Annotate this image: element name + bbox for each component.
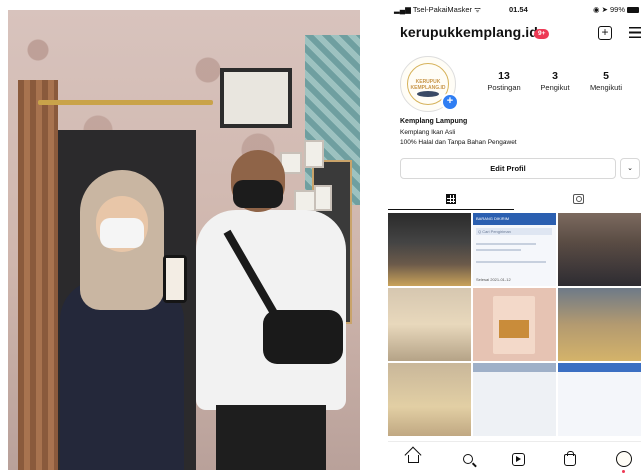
post-thumbnail[interactable] bbox=[473, 288, 556, 361]
bio-line: Kemplang Ikan Asli bbox=[400, 129, 456, 136]
chevron-down-icon[interactable]: ⌄ bbox=[620, 158, 640, 179]
edit-profile-button[interactable]: Edit Profil bbox=[400, 158, 616, 179]
post-thumbnail[interactable]: BARANG DIKIRIM Q Cari Pengiriman Selesai… bbox=[473, 213, 556, 286]
tab-tagged[interactable] bbox=[515, 191, 641, 209]
reels-icon[interactable] bbox=[512, 453, 525, 466]
tab-grid[interactable] bbox=[388, 191, 514, 210]
followers-count[interactable]: 3 Pengikut bbox=[536, 70, 574, 92]
carrier-label: ▂▄▆ Tsel-PakaiMasker ᯤ bbox=[394, 5, 481, 14]
curtain bbox=[18, 80, 58, 470]
profile-tabs bbox=[388, 191, 641, 210]
post-thumbnail[interactable] bbox=[388, 363, 471, 436]
add-post-icon[interactable]: + bbox=[598, 26, 612, 40]
person-woman bbox=[60, 170, 200, 470]
photo-two-people-with-phone bbox=[8, 10, 360, 470]
username[interactable]: kerupukkemplang.id bbox=[400, 24, 538, 40]
search-icon[interactable] bbox=[463, 454, 473, 464]
shop-icon[interactable] bbox=[564, 451, 576, 466]
posts-count[interactable]: 13 Postingan bbox=[484, 70, 524, 92]
add-story-icon[interactable]: + bbox=[441, 93, 459, 111]
curtain-rod bbox=[38, 100, 213, 105]
status-bar: ▂▄▆ Tsel-PakaiMasker ᯤ 01.54 ◉ ➤ 99% bbox=[388, 5, 641, 17]
held-smartphone bbox=[163, 255, 187, 303]
grid-icon bbox=[446, 194, 456, 204]
menu-icon[interactable] bbox=[629, 27, 641, 38]
home-icon[interactable] bbox=[408, 455, 419, 463]
post-thumbnail[interactable] bbox=[558, 363, 641, 436]
bio-line: 100% Halal dan Tanpa Bahan Pengawet bbox=[400, 139, 517, 146]
post-thumbnail[interactable] bbox=[558, 288, 641, 361]
bottom-nav bbox=[388, 441, 641, 474]
battery-indicator: ◉ ➤ 99% bbox=[593, 5, 639, 14]
waist-bag bbox=[263, 310, 343, 364]
notification-badge[interactable]: 9+ bbox=[534, 29, 550, 39]
following-count[interactable]: 5 Mengikuti bbox=[584, 70, 628, 92]
profile-header: kerupukkemplang.id 9+ + bbox=[388, 24, 641, 46]
post-thumbnail[interactable] bbox=[388, 288, 471, 361]
clock: 01.54 bbox=[509, 5, 528, 14]
battery-icon bbox=[627, 7, 639, 14]
posts-grid: BARANG DIKIRIM Q Cari Pengiriman Selesai… bbox=[388, 213, 641, 438]
instagram-profile-screen: ▂▄▆ Tsel-PakaiMasker ᯤ 01.54 ◉ ➤ 99% ker… bbox=[388, 0, 641, 474]
bio-name: Kemplang Lampung bbox=[400, 118, 468, 125]
activity-dot bbox=[622, 470, 625, 473]
fish-logo-icon bbox=[417, 91, 439, 97]
post-thumbnail[interactable] bbox=[558, 213, 641, 286]
tagged-icon bbox=[572, 194, 584, 204]
post-thumbnail[interactable] bbox=[473, 363, 556, 436]
picture-frame-large bbox=[220, 68, 292, 128]
profile-icon[interactable] bbox=[616, 451, 632, 467]
post-thumbnail[interactable] bbox=[388, 213, 471, 286]
